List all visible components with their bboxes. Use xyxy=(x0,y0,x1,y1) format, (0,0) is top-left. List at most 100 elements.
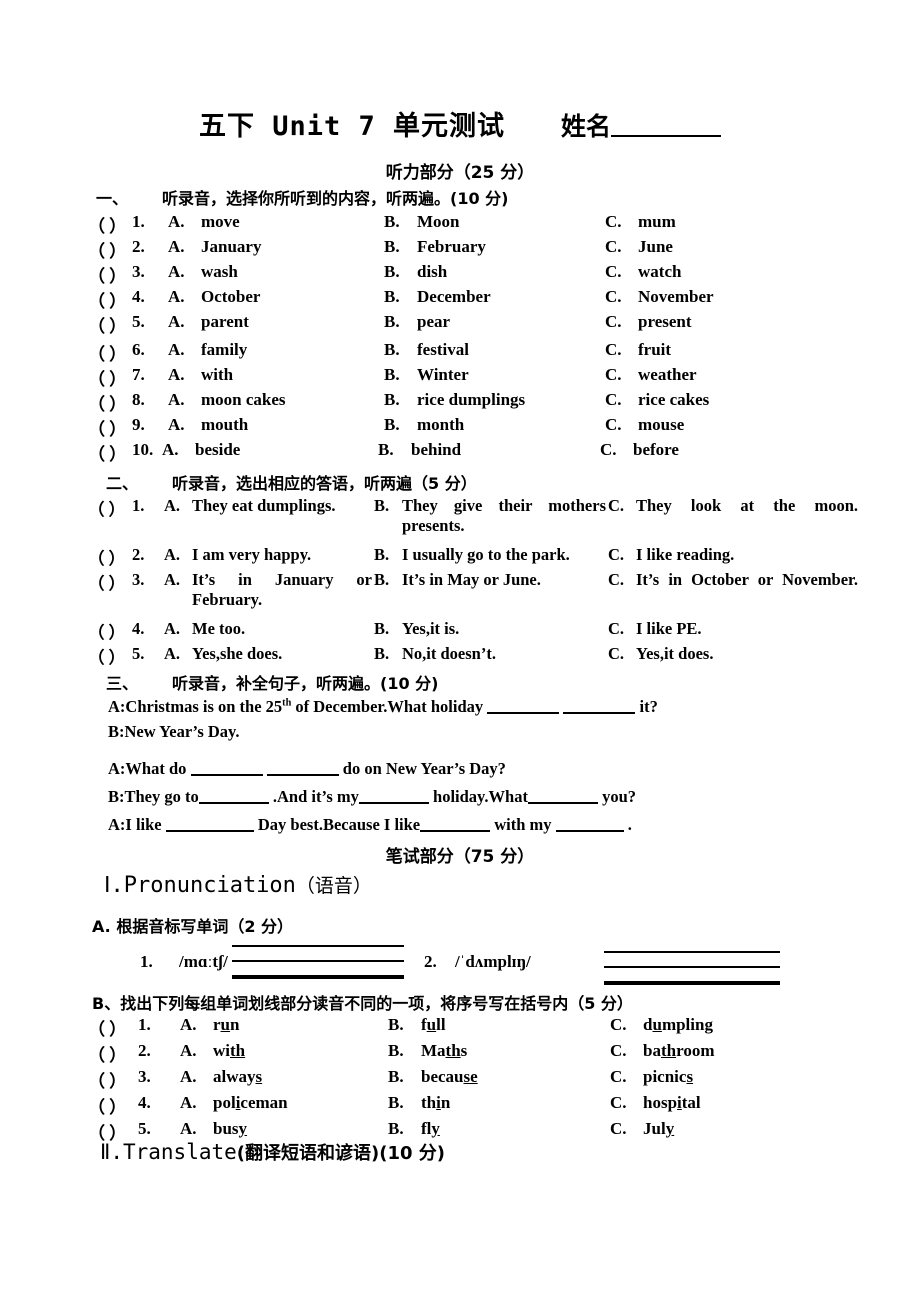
option-c[interactable]: C. picnics xyxy=(610,1067,693,1087)
option-c[interactable]: C. weather xyxy=(605,365,697,385)
option-b[interactable]: B. I usually go to the park. xyxy=(374,545,606,565)
option-a[interactable]: A. January xyxy=(168,237,261,257)
option-c[interactable]: C. rice cakes xyxy=(605,390,709,410)
option-b[interactable]: B. Winter xyxy=(384,365,469,385)
option-b[interactable]: B. Maths xyxy=(388,1041,467,1061)
blank-2[interactable] xyxy=(563,697,636,714)
answer-paren[interactable]: （ ） xyxy=(88,1041,126,1066)
option-c[interactable]: C. before xyxy=(600,440,679,460)
option-c[interactable]: C. June xyxy=(605,237,673,257)
answer-paren[interactable]: （ ） xyxy=(88,390,126,415)
blank-3[interactable] xyxy=(190,759,263,776)
answer-paren[interactable]: （ ） xyxy=(88,1067,126,1092)
option-b[interactable]: B. February xyxy=(384,237,486,257)
option-a[interactable]: A. October xyxy=(168,287,260,307)
option-a[interactable]: A. parent xyxy=(168,312,249,332)
option-b[interactable]: B. month xyxy=(384,415,464,435)
answer-paren[interactable]: （ ） xyxy=(88,212,126,237)
option-b[interactable]: B. pear xyxy=(384,312,450,332)
answer-paren[interactable]: （ ） xyxy=(88,1093,126,1118)
option-a[interactable]: A. with xyxy=(168,365,233,385)
answer-paren[interactable]: （ ） xyxy=(88,1015,126,1040)
answer-paren[interactable]: （ ） xyxy=(88,262,126,287)
option-c[interactable]: C. mouse xyxy=(605,415,684,435)
blank-10[interactable] xyxy=(555,815,624,832)
blank-5[interactable] xyxy=(198,787,269,804)
option-a[interactable]: A. policeman xyxy=(180,1093,288,1113)
option-c[interactable]: C. It’s in October or November. xyxy=(608,570,858,590)
answer-guide-lines-1[interactable] xyxy=(232,932,404,979)
answer-paren[interactable]: （ ） xyxy=(88,312,126,337)
phonetic-symbol: /mɑːtʃ/ xyxy=(179,952,228,971)
option-b[interactable]: B. fly xyxy=(388,1119,440,1139)
option-a[interactable]: A. family xyxy=(168,340,247,360)
option-c[interactable]: C. present xyxy=(605,312,692,332)
option-b[interactable]: B. No,it doesn’t. xyxy=(374,644,606,664)
option-a[interactable]: A. run xyxy=(180,1015,239,1035)
option-a[interactable]: A. Yes,she does. xyxy=(164,644,372,664)
option-c[interactable]: C. watch xyxy=(605,262,681,282)
option-b[interactable]: B. because xyxy=(388,1067,478,1087)
question-number: 8. xyxy=(132,390,145,409)
answer-guide-lines-2[interactable] xyxy=(604,938,780,985)
option-c[interactable]: C. hospital xyxy=(610,1093,701,1113)
listening-part1-row: （ ） 2. A. January B. February C. June xyxy=(88,237,858,262)
answer-paren[interactable]: （ ） xyxy=(88,496,125,520)
option-c[interactable]: C. They look at the moon. xyxy=(608,496,858,516)
option-a[interactable]: A. busy xyxy=(180,1119,247,1139)
phonetic-number: 2. xyxy=(424,952,437,971)
option-b[interactable]: B. December xyxy=(384,287,491,307)
blank-9[interactable] xyxy=(420,815,491,832)
option-a[interactable]: A. with xyxy=(180,1041,245,1061)
option-a[interactable]: A. I am very happy. xyxy=(164,545,372,565)
question-number: 6. xyxy=(132,340,145,359)
answer-paren[interactable]: （ ） xyxy=(88,644,125,668)
answer-paren[interactable]: （ ） xyxy=(88,340,126,365)
option-a[interactable]: A. Me too. xyxy=(164,619,372,639)
answer-paren[interactable]: （ ） xyxy=(88,237,126,262)
option-b[interactable]: B. dish xyxy=(384,262,447,282)
answer-paren[interactable]: （ ） xyxy=(88,570,125,594)
option-c[interactable]: C. July xyxy=(610,1119,674,1139)
question-number: 1. xyxy=(132,212,145,231)
option-b[interactable]: B. full xyxy=(388,1015,446,1035)
option-c[interactable]: C. bathroom xyxy=(610,1041,715,1061)
option-b[interactable]: B. thin xyxy=(388,1093,450,1113)
option-c[interactable]: C. Yes,it does. xyxy=(608,644,858,664)
option-c[interactable]: C. I like PE. xyxy=(608,619,858,639)
option-a[interactable]: A. move xyxy=(168,212,240,232)
answer-paren[interactable]: （ ） xyxy=(88,619,125,643)
question-number: 1. xyxy=(138,1015,151,1034)
option-c[interactable]: C. dumpling xyxy=(610,1015,713,1035)
blank-6[interactable] xyxy=(358,787,429,804)
option-a[interactable]: A. It’s in January or February. xyxy=(164,570,372,610)
option-c[interactable]: C. I like reading. xyxy=(608,545,858,565)
option-b[interactable]: B. Yes,it is. xyxy=(374,619,606,639)
answer-paren[interactable]: （ ） xyxy=(88,287,126,312)
option-a[interactable]: A. beside xyxy=(162,440,240,460)
option-a[interactable]: A. always xyxy=(180,1067,262,1087)
blank-7[interactable] xyxy=(527,787,598,804)
option-b[interactable]: B. They give their mothers presents. xyxy=(374,496,606,536)
option-a[interactable]: A. They eat dumplings. xyxy=(164,496,372,516)
option-c[interactable]: C. mum xyxy=(605,212,676,232)
blank-4[interactable] xyxy=(266,759,339,776)
answer-paren[interactable]: （ ） xyxy=(88,440,126,465)
option-a[interactable]: A. moon cakes xyxy=(168,390,286,410)
option-b[interactable]: B. rice dumplings xyxy=(384,390,525,410)
name-input-blank[interactable] xyxy=(611,115,722,137)
option-b[interactable]: B. It’s in May or June. xyxy=(374,570,606,590)
option-a[interactable]: A. mouth xyxy=(168,415,248,435)
option-c[interactable]: C. November xyxy=(605,287,714,307)
answer-paren[interactable]: （ ） xyxy=(88,415,126,440)
phonetic-number: 1. xyxy=(140,952,153,971)
option-a[interactable]: A. wash xyxy=(168,262,238,282)
blank-8[interactable] xyxy=(165,815,254,832)
option-b[interactable]: B. festival xyxy=(384,340,469,360)
blank-1[interactable] xyxy=(487,697,560,714)
option-b[interactable]: B. Moon xyxy=(384,212,460,232)
answer-paren[interactable]: （ ） xyxy=(88,365,126,390)
option-c[interactable]: C. fruit xyxy=(605,340,671,360)
option-b[interactable]: B. behind xyxy=(378,440,461,460)
answer-paren[interactable]: （ ） xyxy=(88,545,125,569)
